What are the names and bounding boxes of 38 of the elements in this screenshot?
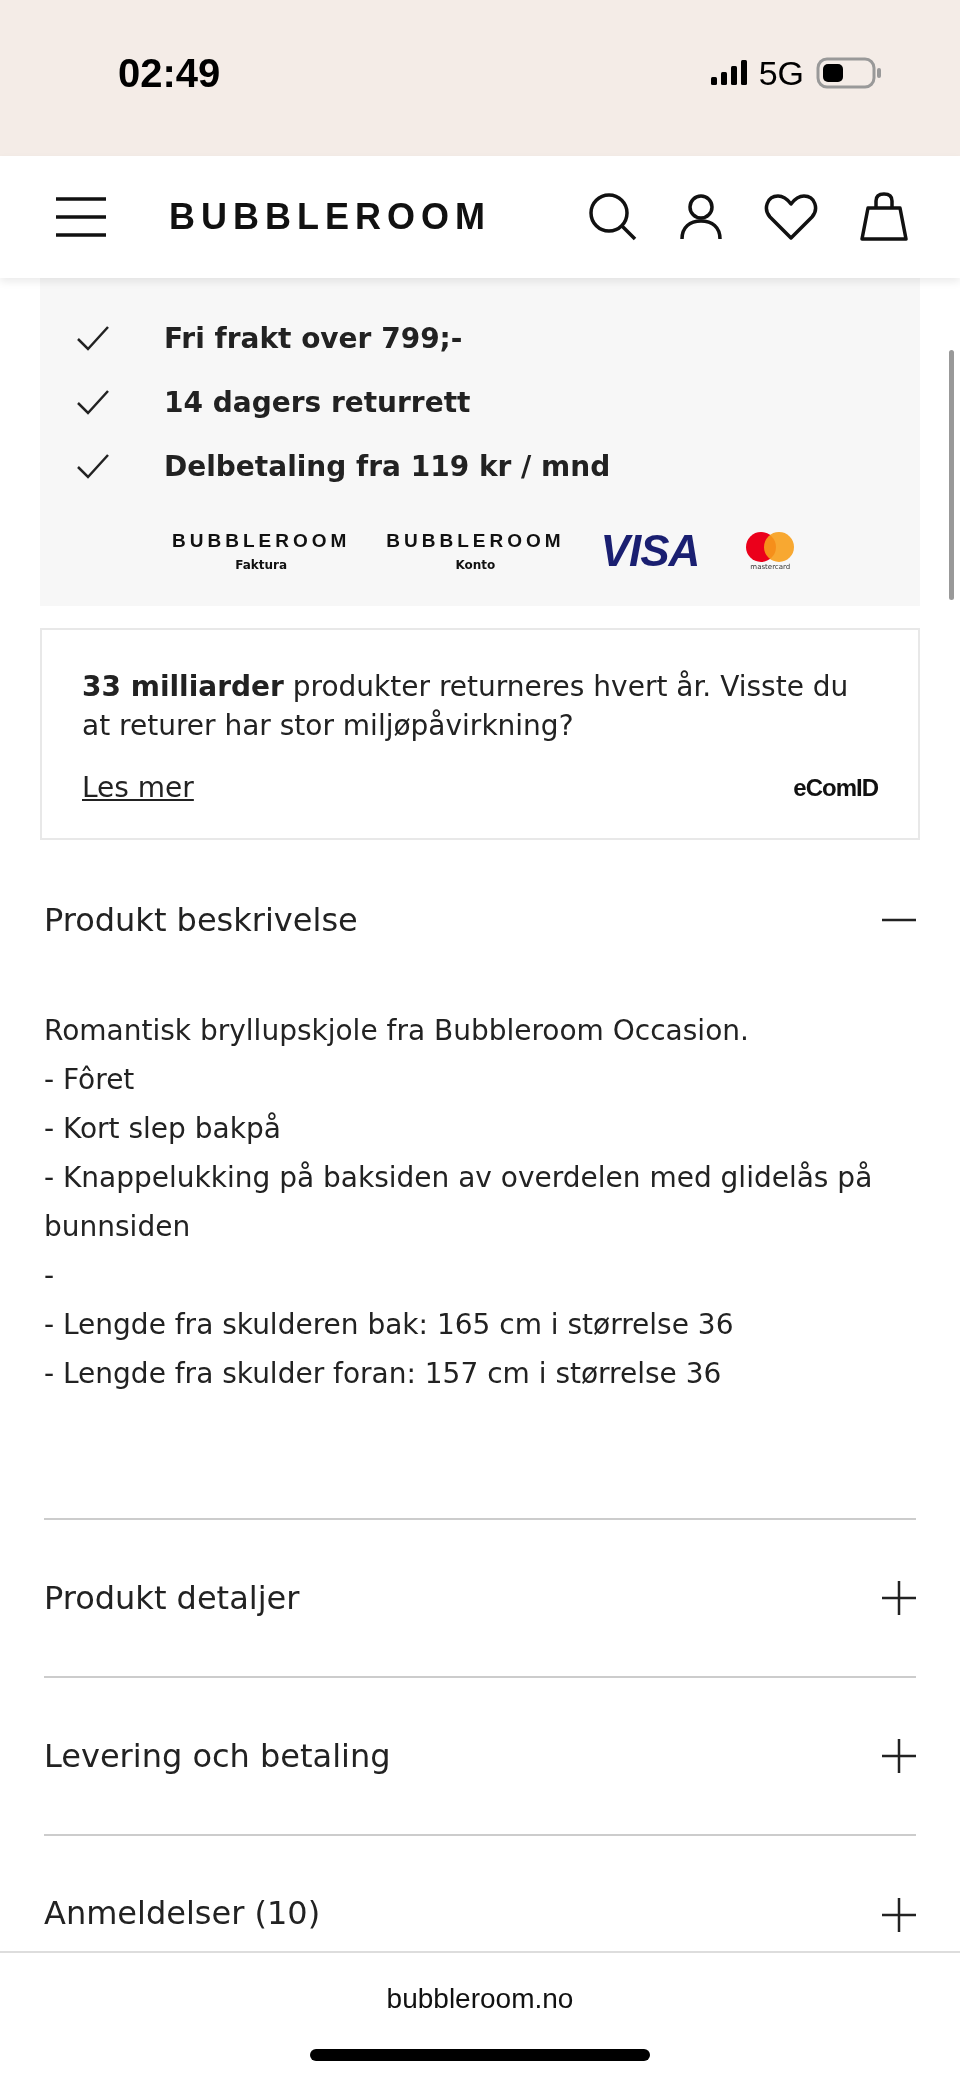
provider-logo: eComID [793, 773, 878, 802]
visa-logo: VISA [600, 526, 700, 576]
checkmark-icon [76, 325, 110, 351]
search-icon[interactable] [588, 192, 638, 242]
accordion-header[interactable]: Produkt detaljer [44, 1520, 916, 1677]
heart-icon[interactable] [764, 193, 818, 241]
payment-logo: BUBBLEROOM Konto [386, 530, 565, 572]
description-line: - Lengde fra skulderen bak: 165 cm i størrelse 36 [44, 1307, 735, 1344]
battery-icon [816, 57, 882, 89]
account-icon[interactable] [680, 194, 722, 240]
shopping-bag-icon[interactable] [860, 192, 908, 242]
clock: 02:49 [118, 50, 221, 96]
description-line: - Lengde fra skulder foran: 157 cm i størrelse 36 [44, 1356, 723, 1393]
logo[interactable]: BUBBLEROOM [169, 196, 491, 238]
description-line: - Fôret [44, 1062, 136, 1099]
benefit-text: Fri frakt over 799;- [164, 321, 463, 355]
url-text[interactable]: bubbleroom.no [386, 1983, 574, 2015]
minus-icon [882, 918, 916, 923]
benefit-text: 14 dagers returrett [164, 385, 471, 419]
description-line: - [44, 1258, 56, 1295]
accordion-header[interactable]: Levering och betaling [44, 1678, 916, 1835]
accordion-header[interactable]: Anmeldelser (10) [44, 1836, 916, 1949]
menu-icon[interactable] [55, 197, 107, 237]
description-line: Romantisk bryllupskjole fra Bubbleroom Occasion. [44, 1013, 750, 1050]
info-text: 33 milliarder produkter returneres hvert år. Visste du at returer har stor miljøpåvirkning? [82, 669, 850, 744]
read-more-link[interactable]: Les mer [82, 771, 194, 805]
checkmark-icon [76, 389, 110, 415]
payment-logo: BUBBLEROOM Faktura [172, 530, 351, 572]
plus-icon [882, 1739, 916, 1774]
checkmark-icon [76, 453, 110, 479]
description-line: - Kort slep bakpå [44, 1111, 282, 1148]
description-line: - Knappelukking på baksiden av overdelen med glidelås på bunnsiden [44, 1160, 874, 1246]
signal-icon [710, 60, 747, 86]
accordion-header[interactable]: Produkt beskrivelse [44, 860, 916, 981]
benefit-text: Delbetaling fra 119 kr / mnd [164, 449, 611, 483]
plus-icon [882, 1581, 916, 1616]
plus-icon [882, 1898, 916, 1933]
network-label: 5G [758, 53, 804, 93]
